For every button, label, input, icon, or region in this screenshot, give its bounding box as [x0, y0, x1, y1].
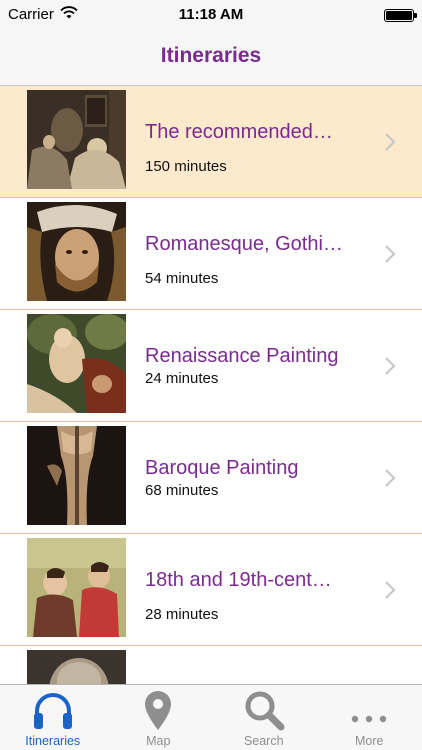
headphones-icon — [30, 689, 76, 731]
itinerary-thumbnail — [27, 314, 126, 413]
top-bar: Carrier 11:18 AM Itineraries — [0, 0, 422, 86]
itinerary-title: 18th and 19th-cent… — [145, 569, 332, 591]
chevron-right-icon — [384, 468, 396, 488]
tab-bar: Itineraries Map Search More — [0, 684, 422, 750]
chevron-right-icon — [384, 132, 396, 152]
tab-itineraries[interactable]: Itineraries — [0, 685, 106, 750]
battery-icon — [384, 9, 417, 22]
tab-map[interactable]: Map — [106, 685, 212, 750]
status-bar: Carrier 11:18 AM — [0, 0, 422, 32]
itinerary-duration: 68 minutes — [145, 482, 219, 499]
itinerary-thumbnail — [27, 650, 126, 684]
itinerary-row[interactable]: 18th and 19th-cent… 28 minutes — [0, 534, 422, 646]
itinerary-row[interactable]: Baroque Painting 68 minutes — [0, 422, 422, 534]
itinerary-thumbnail — [27, 202, 126, 301]
itinerary-duration: 150 minutes — [145, 158, 227, 175]
itinerary-title: The recommended… — [145, 121, 333, 143]
tab-label: More — [355, 734, 384, 748]
tab-label: Search — [243, 734, 284, 748]
chevron-right-icon — [384, 356, 396, 376]
itinerary-title: Renaissance Painting — [145, 345, 339, 367]
tab-search[interactable]: Search — [211, 685, 317, 750]
itinerary-row[interactable]: The recommended… 150 minutes — [0, 86, 422, 198]
itinerary-row[interactable]: Renaissance Painting 24 minutes — [0, 310, 422, 422]
tab-label: Map — [146, 734, 171, 748]
itinerary-thumbnail — [27, 538, 126, 637]
page-title: Itineraries — [160, 44, 262, 67]
search-icon — [241, 689, 287, 731]
itinerary-thumbnail — [27, 90, 126, 189]
itinerary-duration: 24 minutes — [145, 370, 219, 387]
itinerary-thumbnail — [27, 426, 126, 525]
itinerary-duration: 54 minutes — [145, 270, 219, 287]
itinerary-list[interactable]: The recommended… 150 minutes Romanesque,… — [0, 86, 422, 684]
itinerary-row[interactable] — [0, 646, 422, 684]
tab-label: Itineraries — [25, 734, 81, 748]
itinerary-duration: 28 minutes — [145, 606, 219, 623]
chevron-right-icon — [384, 244, 396, 264]
itinerary-title: Baroque Painting — [145, 457, 299, 479]
itinerary-title: Romanesque, Gothi… — [145, 233, 343, 255]
status-time: 11:18 AM — [178, 6, 244, 23]
more-icon — [346, 689, 392, 731]
itinerary-row[interactable]: Romanesque, Gothi… 54 minutes — [0, 198, 422, 310]
tab-more[interactable]: More — [317, 685, 422, 750]
chevron-right-icon — [384, 580, 396, 600]
map-pin-icon — [135, 689, 181, 731]
